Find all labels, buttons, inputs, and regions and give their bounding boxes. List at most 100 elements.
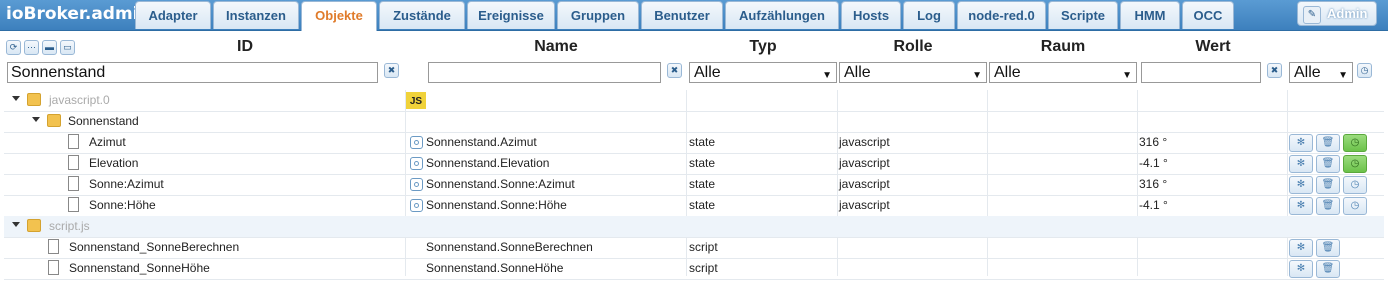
file-icon [48, 239, 59, 254]
row-value: -4.1 ° [1139, 198, 1168, 212]
row-value: 316 ° [1139, 135, 1168, 149]
js-badge: JS [406, 92, 426, 109]
tab-adapter[interactable]: Adapter [135, 1, 211, 29]
state-icon [410, 136, 423, 149]
clear-name-filter-icon[interactable]: ✖ [667, 63, 682, 78]
row-name: Sonnenstand.Azimut [426, 135, 537, 149]
chevron-down-icon: ▼ [1338, 70, 1348, 81]
tab-instanzen[interactable]: Instanzen [213, 1, 299, 29]
admin-button[interactable]: ✎ Admin [1297, 1, 1377, 26]
type-filter-value: Alle [694, 64, 721, 81]
row-id: Sonnenstand_SonneHöhe [69, 261, 210, 275]
table-row[interactable]: Sonnenstand [4, 111, 1384, 133]
row-value: 316 ° [1139, 177, 1168, 191]
row-id: javascript.0 [49, 93, 110, 107]
table-row[interactable]: Sonne:Azimut Sonnenstand.Sonne:Azimut st… [4, 174, 1384, 196]
tab-zustaende[interactable]: Zustände [379, 1, 465, 29]
gear-icon[interactable]: ✻ [1289, 176, 1313, 194]
caret-down-icon[interactable] [32, 117, 40, 122]
trash-icon[interactable]: 🗑 [1316, 260, 1340, 278]
trash-icon[interactable]: 🗑 [1316, 197, 1340, 215]
row-name: Sonnenstand.Sonne:Höhe [426, 198, 567, 212]
room-filter-select[interactable]: Alle ▼ [989, 62, 1137, 83]
tab-objekte[interactable]: Objekte [301, 1, 377, 31]
type-filter-select[interactable]: Alle ▼ [689, 62, 837, 83]
row-name: Sonnenstand.SonneBerechnen [426, 240, 593, 254]
gear-icon[interactable]: ✻ [1289, 260, 1313, 278]
id-filter-input[interactable]: Sonnenstand [7, 62, 378, 83]
row-type: state [689, 198, 716, 212]
column-header-value: Wert [1195, 38, 1231, 55]
clear-id-filter-icon[interactable]: ✖ [384, 63, 399, 78]
table-row[interactable]: Elevation Sonnenstand.Elevation state ja… [4, 153, 1384, 175]
row-name: Sonnenstand.Elevation [426, 156, 550, 170]
trash-icon[interactable]: 🗑 [1316, 176, 1340, 194]
row-id: script.js [49, 219, 90, 233]
gear-icon[interactable]: ✻ [1289, 134, 1313, 152]
trash-icon[interactable]: 🗑 [1316, 134, 1340, 152]
file-icon [68, 176, 79, 191]
last-filter-select[interactable]: Alle ▼ [1289, 62, 1353, 83]
row-value: -4.1 ° [1139, 156, 1168, 170]
value-filter-input[interactable] [1141, 62, 1261, 83]
tab-log[interactable]: Log [903, 1, 955, 29]
tab-node-red[interactable]: node-red.0 [957, 1, 1046, 29]
trash-icon[interactable]: 🗑 [1316, 239, 1340, 257]
tab-occ[interactable]: OCC [1182, 1, 1234, 29]
clock-icon[interactable]: ◷ [1357, 63, 1372, 78]
row-name: Sonnenstand.SonneHöhe [426, 261, 564, 275]
tab-ereignisse[interactable]: Ereignisse [467, 1, 555, 29]
folder-icon [27, 93, 41, 106]
table-row[interactable]: Sonne:Höhe Sonnenstand.Sonne:Höhe state … [4, 195, 1384, 217]
name-filter-input[interactable] [428, 62, 661, 83]
column-header-room: Raum [1040, 38, 1086, 55]
row-name: Sonnenstand.Sonne:Azimut [426, 177, 575, 191]
row-role: javascript [839, 156, 890, 170]
tab-gruppen[interactable]: Gruppen [557, 1, 639, 29]
row-type: script [689, 261, 718, 275]
row-type: script [689, 240, 718, 254]
top-bar: ioBroker.admin Adapter Instanzen Objekte… [0, 0, 1388, 31]
row-id: Sonnenstand [68, 114, 139, 128]
table-row-selected[interactable]: script.js [4, 216, 1384, 238]
column-header-type: Typ [749, 38, 777, 55]
row-role: javascript [839, 135, 890, 149]
gear-icon[interactable]: ✻ [1289, 197, 1313, 215]
file-icon [68, 155, 79, 170]
column-header-role: Rolle [893, 38, 933, 55]
chevron-down-icon: ▼ [1122, 70, 1132, 81]
tab-scripte[interactable]: Scripte [1048, 1, 1118, 29]
clear-value-filter-icon[interactable]: ✖ [1267, 63, 1282, 78]
clock-icon[interactable]: ◷ [1343, 155, 1367, 173]
row-id: Azimut [89, 135, 126, 149]
chevron-down-icon: ▼ [822, 70, 832, 81]
table-row[interactable]: Sonnenstand_SonneBerechnen Sonnenstand.S… [4, 237, 1384, 259]
column-header-id: ID [237, 38, 253, 55]
table-row[interactable]: Azimut Sonnenstand.Azimut state javascri… [4, 132, 1384, 154]
row-id: Sonnenstand_SonneBerechnen [69, 240, 240, 254]
admin-label: Admin [1327, 6, 1368, 21]
state-icon [410, 199, 423, 212]
table-row[interactable]: javascript.0 JS [4, 90, 1384, 112]
folder-icon [47, 114, 61, 127]
tab-aufzaehlungen[interactable]: Aufzählungen [725, 1, 839, 29]
row-id: Sonne:Azimut [89, 177, 164, 191]
row-type: state [689, 156, 716, 170]
row-id: Elevation [89, 156, 139, 170]
gear-icon[interactable]: ✻ [1289, 155, 1313, 173]
tab-hmm[interactable]: HMM [1120, 1, 1180, 29]
clock-icon[interactable]: ◷ [1343, 176, 1367, 194]
trash-icon[interactable]: 🗑 [1316, 155, 1340, 173]
row-type: state [689, 177, 716, 191]
caret-down-icon[interactable] [12, 222, 20, 227]
tab-hosts[interactable]: Hosts [841, 1, 901, 29]
clock-icon[interactable]: ◷ [1343, 197, 1367, 215]
state-icon [410, 157, 423, 170]
gear-icon[interactable]: ✻ [1289, 239, 1313, 257]
role-filter-select[interactable]: Alle ▼ [839, 62, 987, 83]
caret-down-icon[interactable] [12, 96, 20, 101]
clock-icon[interactable]: ◷ [1343, 134, 1367, 152]
tab-benutzer[interactable]: Benutzer [641, 1, 723, 29]
table-row[interactable]: Sonnenstand_SonneHöhe Sonnenstand.SonneH… [4, 258, 1384, 280]
row-role: javascript [839, 177, 890, 191]
